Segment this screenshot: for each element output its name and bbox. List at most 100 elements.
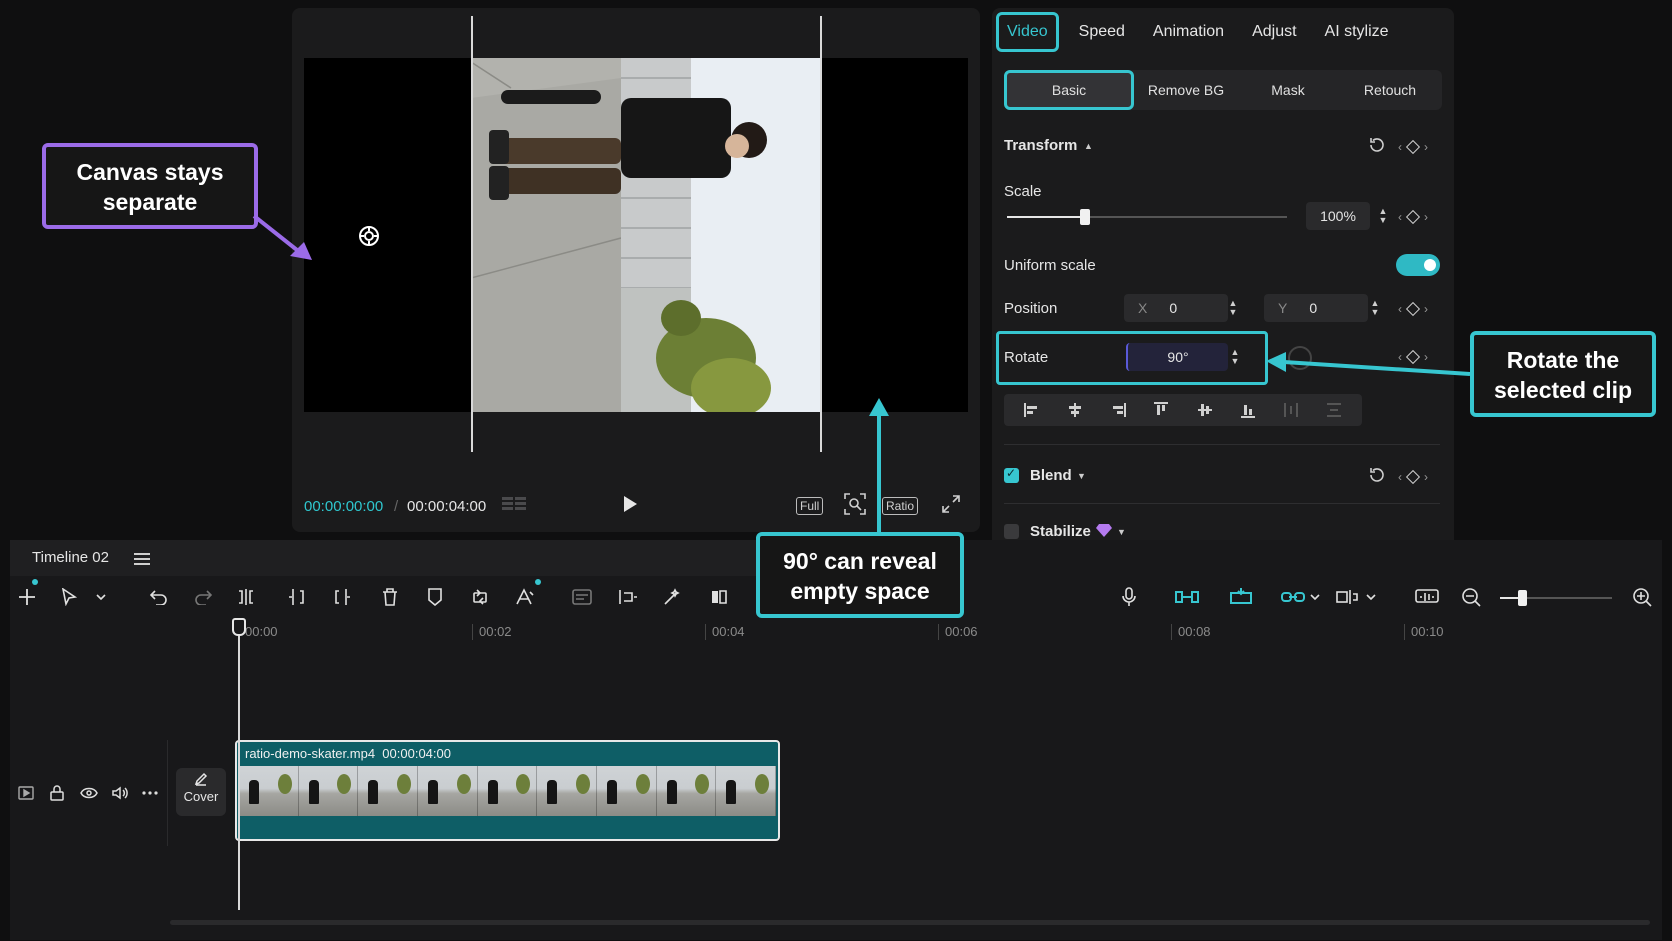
- distribute-vertical-icon[interactable]: [1322, 398, 1346, 422]
- playhead-handle[interactable]: [232, 618, 246, 636]
- scale-input[interactable]: 100%: [1306, 202, 1370, 230]
- position-x-stepper[interactable]: ▲ ▼: [1224, 294, 1242, 322]
- rotate-input[interactable]: 90°: [1126, 343, 1228, 371]
- marker-icon[interactable]: [422, 584, 448, 610]
- audio-waveform-icon[interactable]: [1414, 584, 1440, 610]
- microphone-icon[interactable]: [1116, 584, 1142, 610]
- mirror-icon[interactable]: [706, 584, 732, 610]
- tab-video[interactable]: Video: [996, 12, 1059, 52]
- crop-rotate-icon[interactable]: [467, 584, 493, 610]
- lock-icon[interactable]: [50, 783, 64, 803]
- cover-button[interactable]: Cover: [176, 768, 226, 816]
- clip-thumbnail: [418, 766, 478, 816]
- ruler-label: 00:06: [945, 624, 978, 639]
- add-icon[interactable]: [14, 584, 40, 610]
- y-label: Y: [1278, 300, 1288, 316]
- stabilize-checkbox[interactable]: [1004, 524, 1019, 539]
- scale-keyframe-icon[interactable]: ‹ ›: [1398, 209, 1428, 225]
- collapse-caret-icon[interactable]: ▲: [1084, 141, 1093, 151]
- volume-icon[interactable]: [112, 783, 128, 803]
- split-right-icon[interactable]: [330, 584, 356, 610]
- timeline-menu-icon[interactable]: [134, 552, 150, 570]
- rotate-stepper[interactable]: ▲ ▼: [1226, 343, 1244, 371]
- align-right-icon[interactable]: [1106, 398, 1130, 422]
- select-pointer-icon[interactable]: [56, 584, 82, 610]
- auto-reframe-icon[interactable]: [512, 584, 538, 610]
- pointer-dropdown-icon[interactable]: [88, 584, 114, 610]
- scale-stepper[interactable]: ▲ ▼: [1374, 202, 1392, 230]
- main-track-magnet-icon[interactable]: [1174, 584, 1200, 610]
- captions-icon[interactable]: [569, 584, 595, 610]
- align-center-v-icon[interactable]: [1193, 398, 1217, 422]
- zoom-in-icon[interactable]: [1629, 584, 1655, 610]
- redo-icon[interactable]: [190, 584, 216, 610]
- position-keyframe-icon[interactable]: ‹ ›: [1398, 301, 1428, 317]
- auto-snap-icon[interactable]: [1228, 584, 1254, 610]
- delete-icon[interactable]: [377, 584, 403, 610]
- callout-rotate: Rotate the selected clip: [1470, 331, 1656, 417]
- uniform-scale-toggle[interactable]: [1396, 254, 1440, 276]
- subtab-basic[interactable]: Basic: [1004, 70, 1134, 110]
- zoom-slider-thumb[interactable]: [1518, 590, 1527, 606]
- clip-thumbnail: [537, 766, 598, 816]
- scale-slider-thumb[interactable]: [1080, 209, 1091, 225]
- subtab-mask[interactable]: Mask: [1238, 82, 1338, 98]
- rotated-clip-preview[interactable]: [471, 58, 821, 412]
- ruler-major-tick: [1171, 624, 1172, 640]
- blend-keyframe-icon[interactable]: ‹ ›: [1398, 469, 1428, 485]
- reset-blend-icon[interactable]: [1368, 466, 1386, 489]
- video-clip[interactable]: ratio-demo-skater.mp4 00:00:04:00: [235, 740, 780, 841]
- link-dropdown-icon[interactable]: [1302, 584, 1328, 610]
- playhead[interactable]: [238, 620, 240, 910]
- freeze-frame-icon[interactable]: [615, 584, 641, 610]
- position-y-input[interactable]: Y 0: [1264, 294, 1368, 322]
- split-icon[interactable]: [233, 584, 259, 610]
- play-button[interactable]: [622, 492, 638, 516]
- undo-icon[interactable]: [146, 584, 172, 610]
- preview-dropdown-icon[interactable]: [1358, 584, 1384, 610]
- track-type-icon[interactable]: [18, 783, 34, 803]
- subtab-remove-bg[interactable]: Remove BG: [1134, 82, 1238, 98]
- scale-label: Scale: [1004, 183, 1042, 200]
- scale-slider[interactable]: [1007, 209, 1287, 225]
- tab-speed[interactable]: Speed: [1065, 12, 1139, 52]
- more-options-icon[interactable]: [142, 783, 158, 803]
- distribute-horizontal-icon[interactable]: [1279, 398, 1303, 422]
- align-left-icon[interactable]: [1020, 398, 1044, 422]
- grid-icon[interactable]: [502, 492, 528, 516]
- position-y-stepper[interactable]: ▲ ▼: [1366, 294, 1384, 322]
- stabilize-dropdown-icon[interactable]: ▼: [1117, 527, 1126, 537]
- timeline-scrollbar[interactable]: [170, 920, 1650, 925]
- align-top-icon[interactable]: [1149, 398, 1173, 422]
- align-bottom-icon[interactable]: [1236, 398, 1260, 422]
- transform-section-title[interactable]: Transform: [1004, 137, 1077, 154]
- uniform-scale-label: Uniform scale: [1004, 257, 1096, 274]
- reset-transform-icon[interactable]: [1368, 136, 1386, 159]
- fullscreen-icon[interactable]: [942, 492, 960, 516]
- split-left-icon[interactable]: [283, 584, 309, 610]
- target-icon: [358, 225, 380, 247]
- blend-label[interactable]: Blend: [1030, 467, 1072, 484]
- visibility-eye-icon[interactable]: [80, 783, 98, 803]
- align-center-h-icon[interactable]: [1063, 398, 1087, 422]
- blend-dropdown-icon[interactable]: ▼: [1077, 471, 1086, 481]
- magic-wand-icon[interactable]: [660, 584, 686, 610]
- blend-checkbox[interactable]: [1004, 466, 1019, 483]
- position-x-input[interactable]: X 0: [1124, 294, 1228, 322]
- zoom-slider[interactable]: [1500, 590, 1612, 606]
- clip-duration: 00:00:04:00: [382, 746, 451, 761]
- tab-animation[interactable]: Animation: [1139, 12, 1238, 52]
- scale-value: 100%: [1320, 208, 1356, 224]
- notification-dot: [32, 579, 38, 585]
- subtab-retouch[interactable]: Retouch: [1338, 82, 1442, 98]
- tab-adjust[interactable]: Adjust: [1238, 12, 1310, 52]
- ruler-label: 00:00: [245, 624, 278, 639]
- full-button[interactable]: Full: [796, 497, 824, 515]
- transform-keyframe-icon[interactable]: ‹ ›: [1398, 139, 1428, 155]
- preview-axis-icon[interactable]: [1334, 584, 1360, 610]
- inspector-subtabs: Basic Remove BG Mask Retouch: [1004, 70, 1442, 110]
- stabilize-label[interactable]: Stabilize: [1030, 523, 1091, 540]
- zoom-out-icon[interactable]: [1458, 584, 1484, 610]
- tab-ai-stylize[interactable]: AI stylize: [1311, 12, 1403, 52]
- zoom-fit-icon[interactable]: [844, 492, 866, 516]
